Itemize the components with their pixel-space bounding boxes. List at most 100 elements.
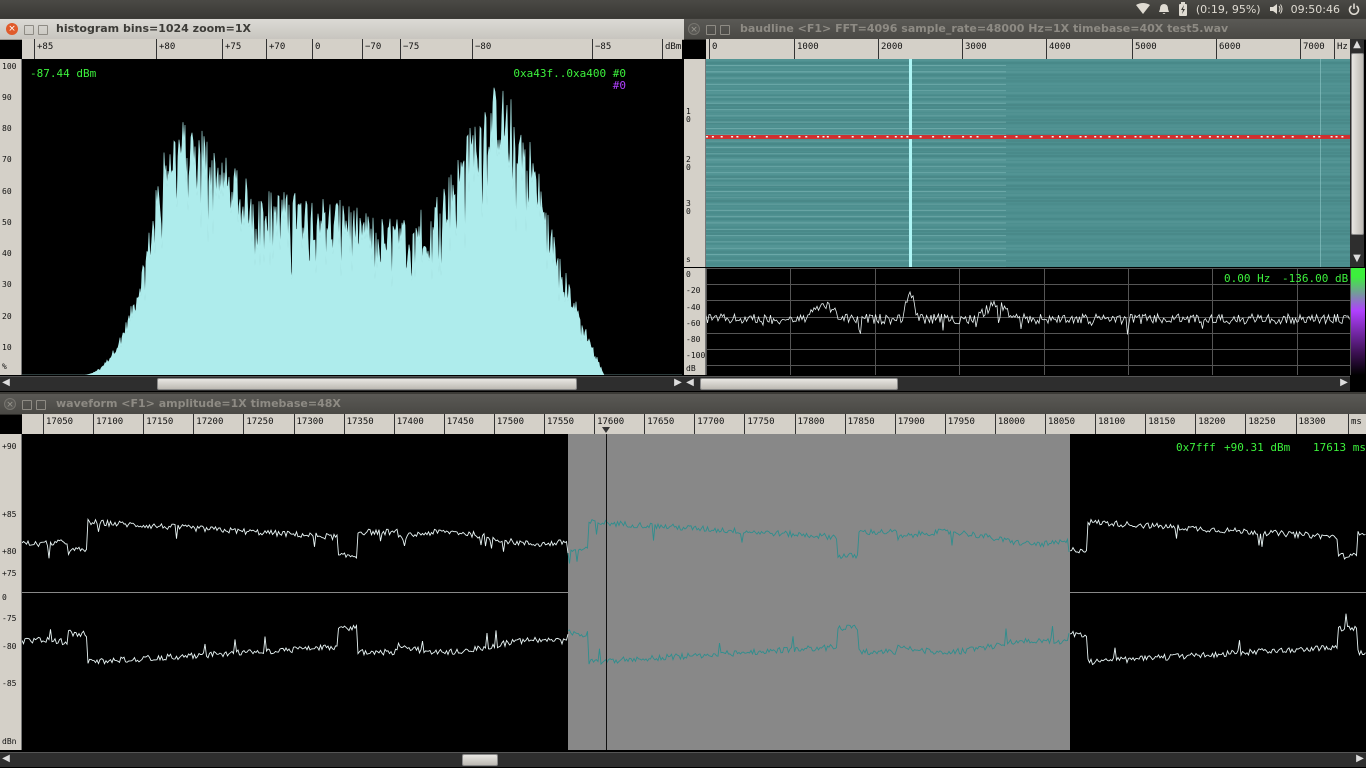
spectrogram-row <box>706 113 1350 115</box>
battery-status: (0:19, 95%) <box>1195 2 1261 16</box>
waveform-readout-time: 17613 ms <box>1313 441 1366 454</box>
close-icon[interactable]: × <box>688 23 700 35</box>
ruler-label: 18300 <box>1298 417 1326 427</box>
ruler-label: +85 <box>37 42 54 52</box>
playhead-marker-icon[interactable] <box>602 427 610 433</box>
ruler-label: 17150 <box>146 417 174 427</box>
battery-icon[interactable] <box>1178 2 1188 16</box>
histogram-scrollbar[interactable]: ◀ ▶ <box>0 376 684 391</box>
y-label: 20 <box>2 312 12 321</box>
harmonic-line <box>706 65 1006 66</box>
scroll-thumb[interactable] <box>700 378 898 390</box>
close-icon[interactable]: × <box>6 23 18 35</box>
spectrogram-row <box>706 59 1350 61</box>
histogram-window: × histogram bins=1024 zoom=1X +85 +80 +7… <box>0 19 684 392</box>
marker-speck <box>1341 136 1344 138</box>
spectrogram-row <box>706 104 1350 106</box>
spectrogram-row <box>706 239 1350 241</box>
color-aperture-bar[interactable] <box>1350 268 1365 375</box>
scroll-left-icon[interactable]: ◀ <box>0 753 12 767</box>
marker-speck <box>948 136 951 138</box>
harmonic-line <box>706 254 1006 255</box>
marker-speck <box>1330 136 1333 138</box>
close-icon[interactable]: × <box>4 398 16 410</box>
scroll-thumb[interactable] <box>1351 53 1364 235</box>
spectrogram-display[interactable] <box>706 59 1350 267</box>
waveform-titlebar[interactable]: × waveform <F1> amplitude=1X timebase=48… <box>0 394 1366 415</box>
maximize-icon[interactable] <box>720 25 730 35</box>
tone-line <box>909 59 912 267</box>
frequency-ruler[interactable]: 0 1000 2000 3000 4000 5000 6000 7000 Hz <box>706 39 1350 60</box>
time-label: 0 <box>686 207 691 216</box>
marker-speck <box>1094 136 1097 138</box>
baudline-scrollbar[interactable]: ◀ ▶ <box>684 376 1350 391</box>
time-ruler[interactable]: 17050 17100 17150 17200 17250 17300 17350 17400… <box>22 414 1366 435</box>
marker-speck <box>1015 136 1018 138</box>
waveform-window: × waveform <F1> amplitude=1X timebase=48… <box>0 394 1366 768</box>
waveform-y-ruler[interactable]: +90 +85 +80 +75 0 -75 -80 -85 dBn <box>0 434 22 750</box>
marker-speck <box>1313 136 1316 138</box>
y-label: +85 <box>2 510 17 519</box>
spectrogram-row <box>706 62 1350 64</box>
marker-speck <box>1029 136 1032 138</box>
spectrogram-row <box>706 143 1350 145</box>
power-icon[interactable] <box>1348 3 1360 15</box>
waveform-plot[interactable] <box>22 434 1366 750</box>
marker-speck <box>851 136 854 138</box>
spectrogram-row <box>706 119 1350 121</box>
scroll-left-icon[interactable]: ◀ <box>0 377 12 391</box>
wifi-icon[interactable] <box>1135 3 1150 15</box>
y-label: -80 <box>2 642 17 651</box>
scroll-up-icon[interactable]: ▲ <box>1351 39 1363 53</box>
marker-speck <box>736 136 739 138</box>
scroll-right-icon[interactable]: ▶ <box>1354 753 1366 767</box>
bell-icon[interactable] <box>1158 3 1170 15</box>
marker-speck <box>1134 136 1137 138</box>
scroll-down-icon[interactable]: ▼ <box>1351 253 1363 267</box>
scroll-right-icon[interactable]: ▶ <box>1338 377 1350 391</box>
speaker-icon[interactable] <box>1269 3 1283 15</box>
ruler-label: 3000 <box>965 42 987 52</box>
spectrogram-row <box>706 188 1350 190</box>
ruler-label: −70 <box>365 42 382 52</box>
minimize-icon[interactable] <box>706 25 716 35</box>
ruler-label: 5000 <box>1135 42 1157 52</box>
y-label: +90 <box>2 442 17 451</box>
db-label: -20 <box>686 286 701 295</box>
harmonic-line <box>706 203 1006 205</box>
spectrogram-scrollbar[interactable]: ▲ ▼ <box>1350 39 1364 267</box>
baudline-titlebar[interactable]: × baudline <F1> FFT=4096 sample_rate=480… <box>684 19 1366 40</box>
scroll-thumb[interactable] <box>462 754 498 766</box>
marker-speck <box>731 136 734 138</box>
marker-speck <box>1305 136 1308 138</box>
histogram-plot[interactable] <box>22 59 682 375</box>
ruler-unit: ms <box>1351 417 1362 427</box>
histogram-readout-level: -87.44 dBm <box>30 67 97 80</box>
minimize-icon[interactable] <box>22 400 32 410</box>
db-label: -100 <box>686 351 706 360</box>
histogram-y-ruler[interactable]: 100 90 80 70 60 50 40 30 20 10 % <box>0 59 22 375</box>
histogram-titlebar[interactable]: × histogram bins=1024 zoom=1X <box>0 19 684 40</box>
ruler-label: −75 <box>403 42 420 52</box>
y-label: 10 <box>2 343 12 352</box>
minimize-icon[interactable] <box>24 25 34 35</box>
scroll-thumb[interactable] <box>157 378 577 390</box>
scroll-right-icon[interactable]: ▶ <box>672 377 684 391</box>
clock[interactable]: 09:50:46 <box>1291 3 1340 16</box>
histogram-x-ruler[interactable]: +85 +80 +75 +70 0 −70 −75 −80 −85 dBm <box>22 39 682 60</box>
marker-speck <box>990 136 993 138</box>
ruler-label: 17350 <box>346 417 374 427</box>
spectrum-db-ruler[interactable]: 0 -20 -40 -60 -80 -100 dB <box>684 268 706 375</box>
ruler-label: 17450 <box>446 417 474 427</box>
db-label: -60 <box>686 319 701 328</box>
maximize-icon[interactable] <box>38 25 48 35</box>
maximize-icon[interactable] <box>36 400 46 410</box>
spectrogram-row <box>706 74 1350 76</box>
spectrogram-time-ruler[interactable]: 1 0 2 0 3 0 s <box>684 59 706 267</box>
spectrogram-row <box>706 68 1350 70</box>
marker-speck <box>1099 136 1102 138</box>
scroll-left-icon[interactable]: ◀ <box>684 377 696 391</box>
marker-speck <box>1272 136 1275 138</box>
spectrogram-row <box>706 206 1350 208</box>
waveform-scrollbar[interactable]: ◀ ▶ <box>0 752 1366 767</box>
